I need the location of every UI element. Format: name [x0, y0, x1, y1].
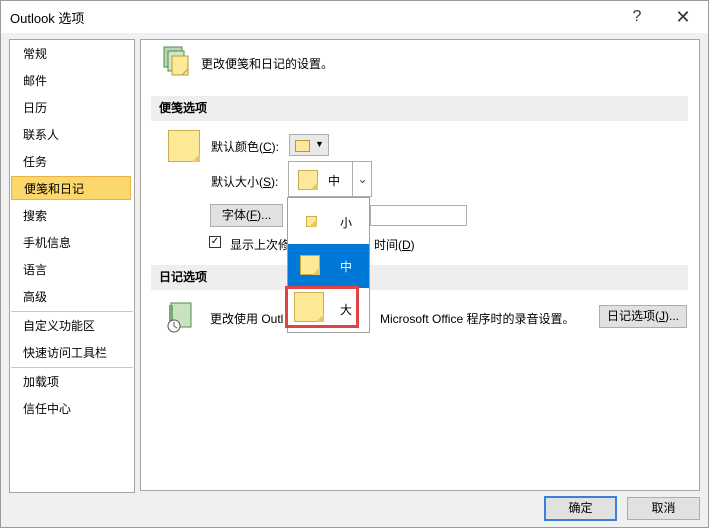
- show-time-label-start: 显示上次修: [230, 238, 291, 252]
- ok-button[interactable]: 确定: [544, 496, 617, 521]
- sidebar-divider: [11, 311, 133, 312]
- outlook-options-window: Outlook 选项 ? ✕ 常规 邮件 日历 联系人 任务 便笺和日记 搜索 …: [0, 0, 709, 528]
- default-color-picker[interactable]: ▼: [289, 134, 329, 156]
- sidebar-item-quick-access[interactable]: 快速访问工具栏: [11, 341, 131, 365]
- chevron-down-icon: ⌄: [352, 162, 372, 196]
- sidebar-item-mobile[interactable]: 手机信息: [11, 231, 131, 255]
- sidebar-item-add-ins[interactable]: 加载项: [11, 370, 131, 394]
- sidebar-divider: [11, 367, 133, 368]
- sidebar-item-advanced[interactable]: 高级: [11, 285, 131, 309]
- cancel-button[interactable]: 取消: [627, 497, 700, 520]
- default-size-select[interactable]: 中 ⌄: [288, 161, 372, 197]
- show-time-checkbox[interactable]: ✓: [209, 236, 221, 248]
- help-button[interactable]: ?: [615, 1, 659, 33]
- sidebar-item-trust-center[interactable]: 信任中心: [11, 397, 131, 421]
- sidebar-item-tasks[interactable]: 任务: [11, 150, 131, 174]
- chevron-down-icon: ▼: [315, 139, 324, 149]
- size-option-small[interactable]: 小: [288, 198, 369, 244]
- page-description: 更改便笺和日记的设置。: [201, 57, 334, 71]
- size-medium-icon: [300, 255, 320, 275]
- sidebar-item-calendar[interactable]: 日历: [11, 96, 131, 120]
- size-option-medium[interactable]: 中: [288, 244, 369, 288]
- default-size-label: 默认大小(S):: [211, 175, 279, 189]
- content-panel: 更改便笺和日记的设置。 便笺选项 默认颜色(C): ▼ 默认大小(S): 中 ⌄…: [140, 39, 700, 491]
- show-time-label-end: 时间(D): [374, 238, 415, 252]
- notes-header-icon: [163, 46, 189, 76]
- sidebar-item-general[interactable]: 常规: [11, 42, 131, 66]
- notes-options-header: 便笺选项: [151, 96, 688, 121]
- color-swatch: [295, 140, 310, 152]
- journal-options-header: 日记选项: [151, 265, 688, 290]
- sidebar-item-contacts[interactable]: 联系人: [11, 123, 131, 147]
- journal-options-button[interactable]: 日记选项(J)...: [599, 305, 687, 328]
- sidebar-item-mail[interactable]: 邮件: [11, 69, 131, 93]
- sidebar-item-language[interactable]: 语言: [11, 258, 131, 282]
- sidebar-item-search[interactable]: 搜索: [11, 204, 131, 228]
- close-button[interactable]: ✕: [661, 1, 705, 33]
- size-medium-icon: [298, 170, 318, 190]
- journal-description-end: Microsoft Office 程序时的录音设置。: [380, 312, 575, 326]
- journal-icon: [166, 302, 194, 334]
- sidebar: 常规 邮件 日历 联系人 任务 便笺和日记 搜索 手机信息 语言 高级 自定义功…: [9, 39, 135, 493]
- journal-description-start: 更改使用 Outl: [210, 312, 284, 326]
- selected-size-value: 中: [328, 174, 341, 188]
- sidebar-item-customize-ribbon[interactable]: 自定义功能区: [11, 314, 131, 338]
- sidebar-item-notes-journal[interactable]: 便笺和日记: [11, 176, 131, 200]
- title-bar: Outlook 选项 ? ✕: [1, 1, 708, 33]
- font-button[interactable]: 字体(F)...: [210, 204, 283, 227]
- font-preview-box: [370, 205, 467, 226]
- window-title: Outlook 选项: [10, 11, 85, 26]
- default-color-label: 默认颜色(C):: [211, 140, 280, 154]
- highlight-annotation-box: [285, 286, 359, 328]
- sticky-note-icon: [168, 130, 200, 162]
- size-small-icon: [306, 216, 317, 227]
